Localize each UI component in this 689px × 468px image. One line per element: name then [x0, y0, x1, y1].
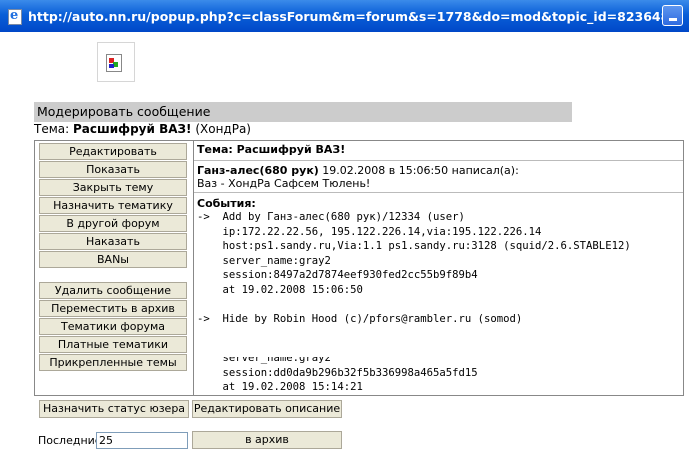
action-list: Редактировать Показать Закрыть тему Назн…	[35, 141, 194, 395]
message-author: Ганз-алес(680 рук)	[197, 164, 319, 177]
last-count-input[interactable]	[96, 432, 188, 449]
message-text: Ваз - ХондРа Сафсем Тюлень!	[197, 177, 371, 190]
paid-themes-button[interactable]: Платные тематики	[39, 336, 187, 353]
move-to-archive-button[interactable]: Переместить в архив	[39, 300, 187, 317]
browser-icon: e	[6, 8, 22, 25]
minimize-icon	[668, 18, 677, 21]
edit-button[interactable]: Редактировать	[39, 143, 187, 160]
page-title: Модерировать сообщение	[34, 102, 572, 122]
bans-button[interactable]: BANы	[39, 251, 187, 268]
topic-name: Расшифруй ВАЗ!	[73, 122, 192, 136]
events-label: События:	[197, 197, 256, 210]
delete-message-button[interactable]: Удалить сообщение	[39, 282, 187, 299]
last-label: Последние	[38, 434, 102, 447]
broken-image-placeholder	[97, 42, 135, 82]
message-meta: 19.02.2008 в 15:06:50 написал(а):	[318, 164, 519, 177]
message-panel: Тема: Расшифруй ВАЗ! Ганз-алес(680 рук) …	[194, 141, 683, 395]
events-log-text: -> Add by Ганз-алес(680 рук)/12334 (user…	[197, 211, 631, 326]
edit-description-button[interactable]: Редактировать описание	[192, 400, 342, 418]
archive-button[interactable]: в архив	[192, 431, 342, 449]
message-topic: Тема: Расшифруй ВАЗ!	[194, 141, 683, 161]
events-log-tail: server_name:gray2 session:dd0da9b296b32f…	[197, 357, 683, 395]
topic-label: Тема:	[34, 122, 70, 136]
window-title: http://auto.nn.ru/popup.php?c=classForum…	[28, 8, 662, 24]
close-topic-button[interactable]: Закрыть тему	[39, 179, 187, 196]
assign-user-status-button[interactable]: Назначить статус юзера	[39, 400, 189, 418]
move-forum-button[interactable]: В другой форум	[39, 215, 187, 232]
broken-image-icon	[106, 54, 122, 72]
topic-line: Тема: Расшифруй ВАЗ! (ХондРа)	[34, 122, 251, 136]
topic-author: (ХондРа)	[195, 122, 251, 136]
pinned-topics-button[interactable]: Прикрепленные темы	[39, 354, 187, 371]
events-log[interactable]: События: -> Add by Ганз-алес(680 рук)/12…	[194, 193, 683, 395]
moderation-panel: Редактировать Показать Закрыть тему Назн…	[34, 140, 684, 396]
forum-themes-button[interactable]: Тематики форума	[39, 318, 187, 335]
show-button[interactable]: Показать	[39, 161, 187, 178]
assign-theme-button[interactable]: Назначить тематику	[39, 197, 187, 214]
punish-button[interactable]: Наказать	[39, 233, 187, 250]
window-titlebar: e http://auto.nn.ru/popup.php?c=classFor…	[0, 0, 689, 32]
minimize-button[interactable]	[662, 5, 683, 26]
events-log-tail-text: server_name:gray2 session:dd0da9b296b32f…	[222, 357, 478, 394]
message-header: Ганз-алес(680 рук) 19.02.2008 в 15:06:50…	[194, 161, 683, 193]
